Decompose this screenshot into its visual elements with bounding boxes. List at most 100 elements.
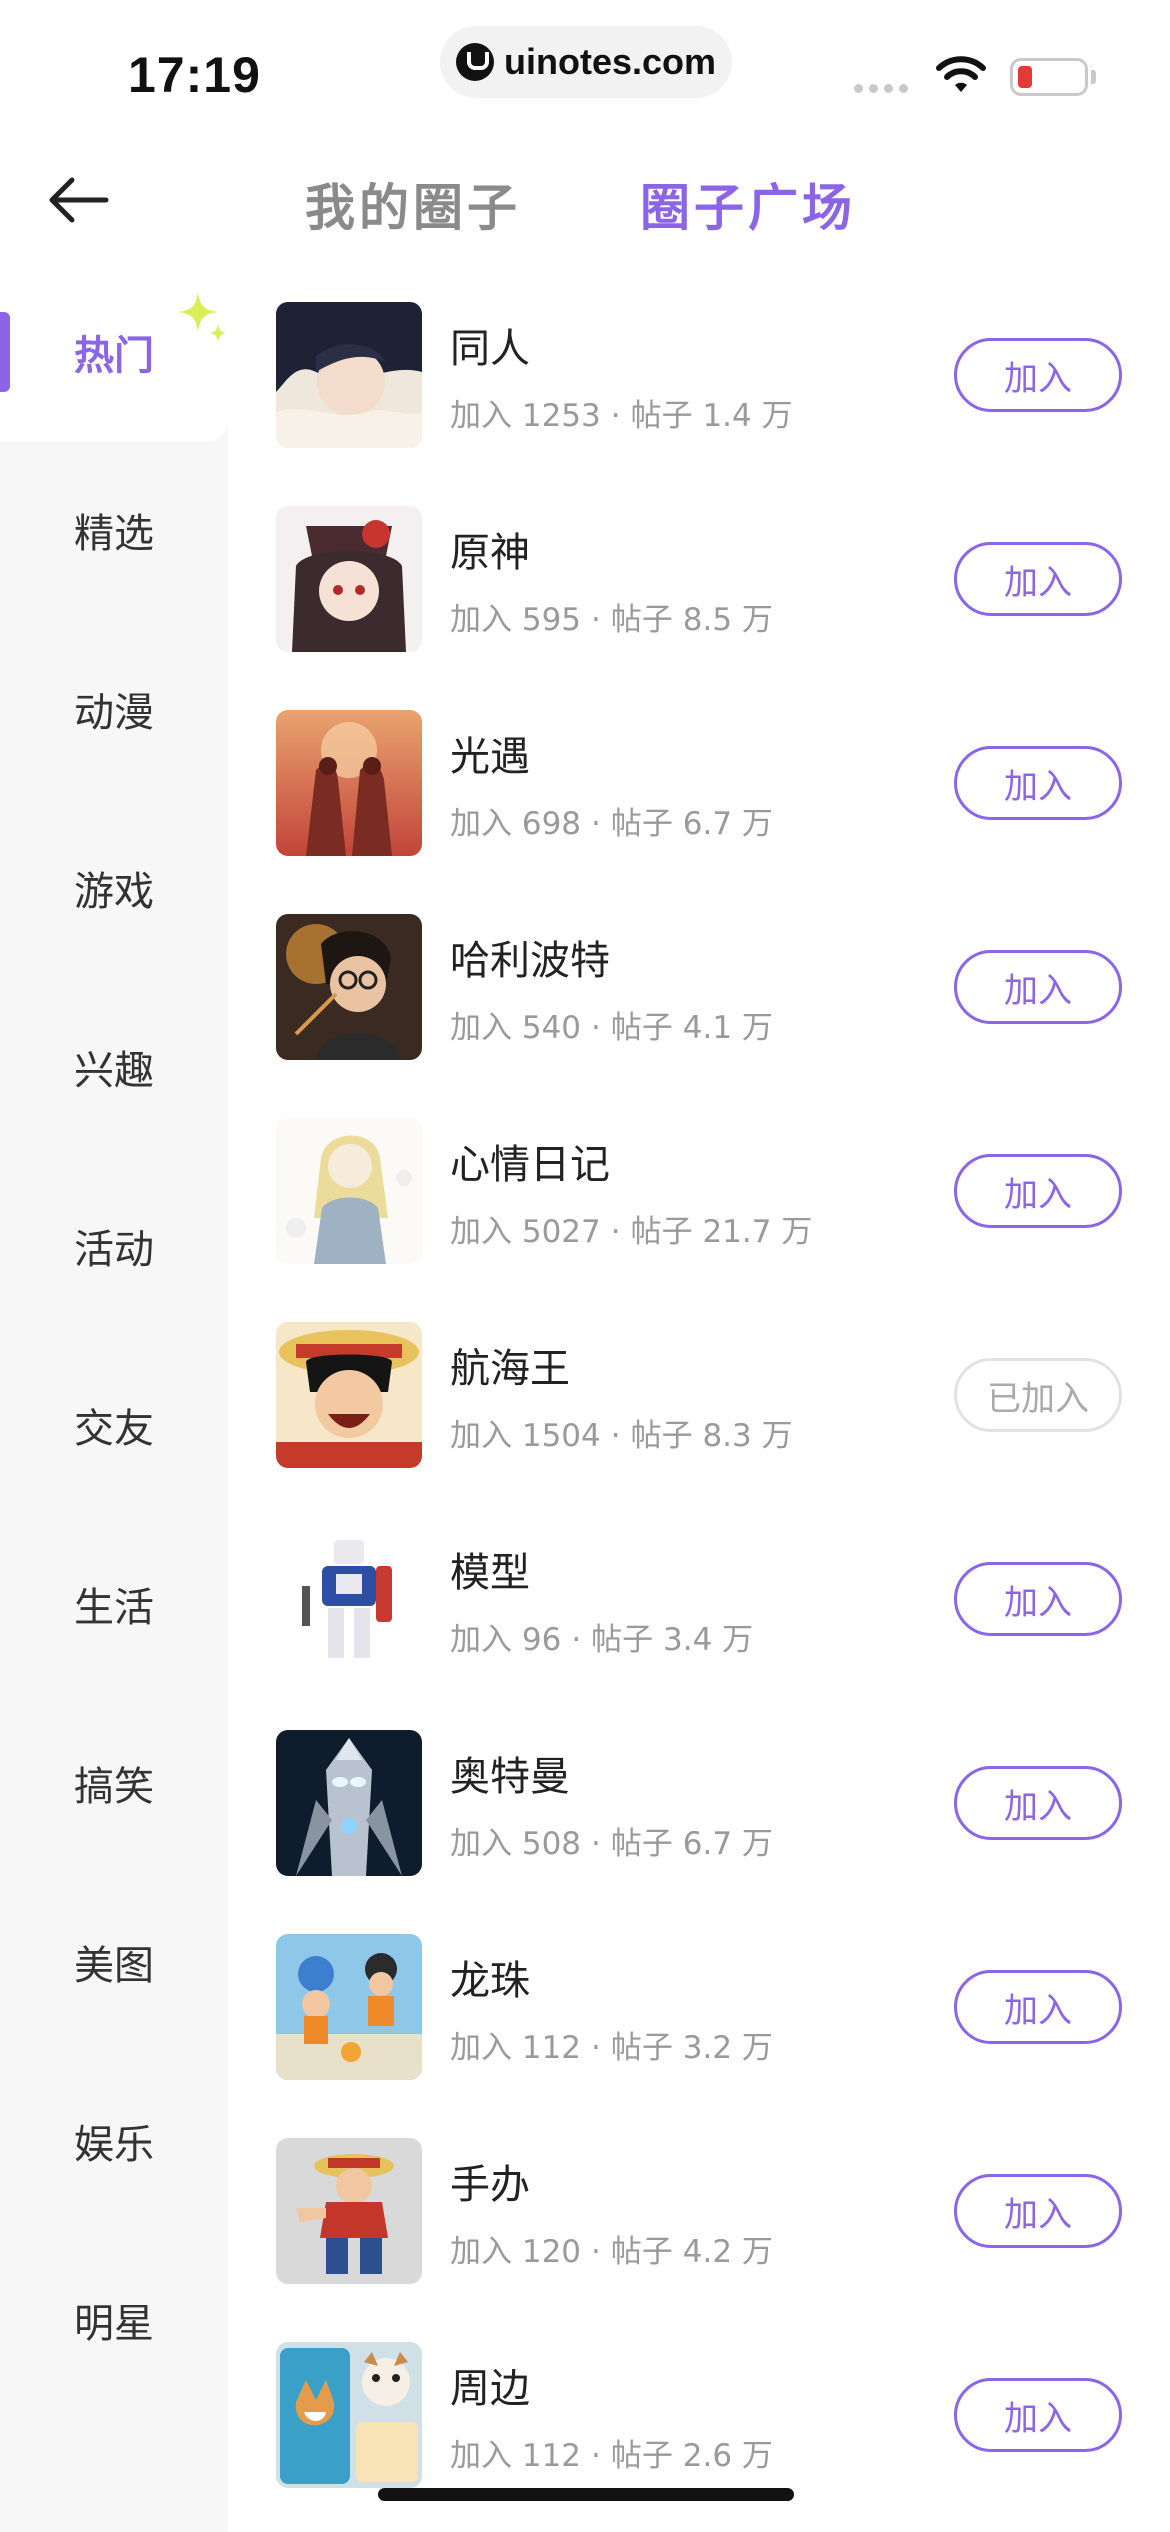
separator: · — [591, 602, 601, 638]
member-count: 加入 698 — [450, 806, 582, 842]
sidebar-item-label: 动漫 — [74, 690, 154, 736]
battery-tip — [1091, 70, 1096, 84]
list-item[interactable]: 龙珠 加入 112 · 帖子 3.2 万 加入 — [228, 1912, 1170, 2116]
circle-name: 原神 — [450, 530, 530, 576]
sidebar-item-interests[interactable]: 兴趣 — [0, 977, 228, 1157]
separator: · — [610, 1418, 621, 1454]
post-count: 帖子 1.4 万 — [630, 398, 793, 434]
sidebar-item-featured[interactable]: 精选 — [0, 440, 228, 620]
circle-cover-image — [276, 1526, 422, 1672]
sidebar-item-pictures[interactable]: 美图 — [0, 1872, 228, 2052]
list-item[interactable]: 原神 加入 595 · 帖子 8.5 万 加入 — [228, 484, 1170, 688]
sidebar-item-games[interactable]: 游戏 — [0, 798, 228, 978]
back-button[interactable] — [38, 160, 118, 240]
sparkle-icon — [178, 292, 226, 342]
joined-button[interactable]: 已加入 — [954, 1358, 1122, 1432]
separator: · — [591, 1826, 601, 1862]
sidebar-item-label: 交友 — [74, 1406, 154, 1452]
circle-cover-image — [276, 2138, 422, 2284]
post-count: 帖子 6.7 万 — [610, 1826, 773, 1862]
separator: · — [591, 2438, 601, 2474]
list-item[interactable]: 同人 加入 1253 · 帖子 1.4 万 加入 — [228, 280, 1170, 484]
home-indicator[interactable] — [378, 2488, 794, 2501]
circle-stats: 加入 120 · 帖子 4.2 万 — [450, 2226, 773, 2271]
join-button[interactable]: 加入 — [954, 1154, 1122, 1228]
circle-cover-image — [276, 710, 422, 856]
sidebar-item-celebrities[interactable]: 明星 — [0, 2230, 228, 2410]
post-count: 帖子 8.3 万 — [630, 1418, 793, 1454]
member-count: 加入 1253 — [450, 398, 601, 434]
sidebar-item-label: 活动 — [74, 1227, 154, 1273]
list-item[interactable]: 航海王 加入 1504 · 帖子 8.3 万 已加入 — [228, 1300, 1170, 1504]
sidebar-item-anime[interactable]: 动漫 — [0, 619, 228, 799]
list-item[interactable]: 哈利波特 加入 540 · 帖子 4.1 万 加入 — [228, 892, 1170, 1096]
sidebar-item-label: 娱乐 — [74, 2122, 154, 2168]
cellular-signal-icon — [854, 84, 908, 93]
join-button[interactable]: 加入 — [954, 2378, 1122, 2452]
circle-stats: 加入 698 · 帖子 6.7 万 — [450, 798, 773, 843]
tab-circle-plaza[interactable]: 圈子广场 — [640, 168, 856, 240]
sidebar-item-friends[interactable]: 交友 — [0, 1335, 228, 1515]
join-button[interactable]: 加入 — [954, 746, 1122, 820]
separator: · — [591, 806, 601, 842]
post-count: 帖子 3.2 万 — [610, 2030, 773, 2066]
sidebar-item-label: 美图 — [74, 1943, 154, 1989]
sidebar-item-hot[interactable]: 热门 — [0, 262, 228, 442]
join-button[interactable]: 加入 — [954, 1970, 1122, 2044]
sidebar-item-label: 生活 — [74, 1585, 154, 1631]
sidebar-item-label: 游戏 — [74, 869, 154, 915]
join-button[interactable]: 加入 — [954, 542, 1122, 616]
category-sidebar: 热门 精选 动漫 游戏 兴趣 活动 交友 生活 搞笑 美图 娱乐 明星 — [0, 262, 228, 2532]
separator: · — [610, 398, 621, 434]
member-count: 加入 1504 — [450, 1418, 601, 1454]
separator: · — [591, 1010, 601, 1046]
sidebar-item-life[interactable]: 生活 — [0, 1514, 228, 1694]
member-count: 加入 5027 — [450, 1214, 601, 1250]
wifi-icon — [936, 56, 986, 92]
sidebar-item-label: 热门 — [74, 333, 154, 379]
list-item[interactable]: 手办 加入 120 · 帖子 4.2 万 加入 — [228, 2116, 1170, 2320]
circle-stats: 加入 112 · 帖子 3.2 万 — [450, 2022, 773, 2067]
member-count: 加入 112 — [450, 2030, 582, 2066]
circle-name: 航海王 — [450, 1346, 570, 1392]
sidebar-item-funny[interactable]: 搞笑 — [0, 1693, 228, 1873]
circle-stats: 加入 112 · 帖子 2.6 万 — [450, 2430, 773, 2475]
separator: · — [571, 1622, 582, 1658]
circle-cover-image — [276, 1730, 422, 1876]
circle-name: 模型 — [450, 1550, 530, 1596]
list-item[interactable]: 模型 加入 96 · 帖子 3.4 万 加入 — [228, 1504, 1170, 1708]
sidebar-item-events[interactable]: 活动 — [0, 1156, 228, 1336]
member-count: 加入 508 — [450, 1826, 582, 1862]
sidebar-item-entertainment[interactable]: 娱乐 — [0, 2051, 228, 2231]
circle-cover-image — [276, 506, 422, 652]
url-pill[interactable]: uinotes.com — [440, 26, 732, 98]
list-item[interactable]: 奥特曼 加入 508 · 帖子 6.7 万 加入 — [228, 1708, 1170, 1912]
join-button[interactable]: 加入 — [954, 338, 1122, 412]
member-count: 加入 595 — [450, 602, 582, 638]
circle-cover-image — [276, 1934, 422, 2080]
site-logo-icon — [455, 43, 494, 81]
status-bar: 17:19 uinotes.com — [0, 0, 1170, 130]
status-time: 17:19 — [128, 47, 261, 103]
join-button[interactable]: 加入 — [954, 950, 1122, 1024]
join-button[interactable]: 加入 — [954, 2174, 1122, 2248]
circle-stats: 加入 5027 · 帖子 21.7 万 — [450, 1206, 812, 1251]
list-item[interactable]: 光遇 加入 698 · 帖子 6.7 万 加入 — [228, 688, 1170, 892]
join-button[interactable]: 加入 — [954, 1766, 1122, 1840]
post-count: 帖子 8.5 万 — [610, 602, 773, 638]
join-button[interactable]: 加入 — [954, 1562, 1122, 1636]
circle-name: 周边 — [450, 2366, 530, 2412]
sidebar-item-label: 兴趣 — [74, 1048, 154, 1094]
separator: · — [610, 1214, 621, 1250]
list-item[interactable]: 心情日记 加入 5027 · 帖子 21.7 万 加入 — [228, 1096, 1170, 1300]
active-indicator — [0, 312, 10, 392]
battery-icon — [1010, 58, 1088, 96]
circle-stats: 加入 508 · 帖子 6.7 万 — [450, 1818, 773, 1863]
circle-name: 手办 — [450, 2162, 530, 2208]
circle-name: 哈利波特 — [450, 938, 610, 984]
post-count: 帖子 6.7 万 — [610, 806, 773, 842]
member-count: 加入 120 — [450, 2234, 582, 2270]
tab-my-circles[interactable]: 我的圈子 — [305, 168, 521, 240]
post-count: 帖子 2.6 万 — [610, 2438, 773, 2474]
circle-stats: 加入 96 · 帖子 3.4 万 — [450, 1614, 753, 1659]
